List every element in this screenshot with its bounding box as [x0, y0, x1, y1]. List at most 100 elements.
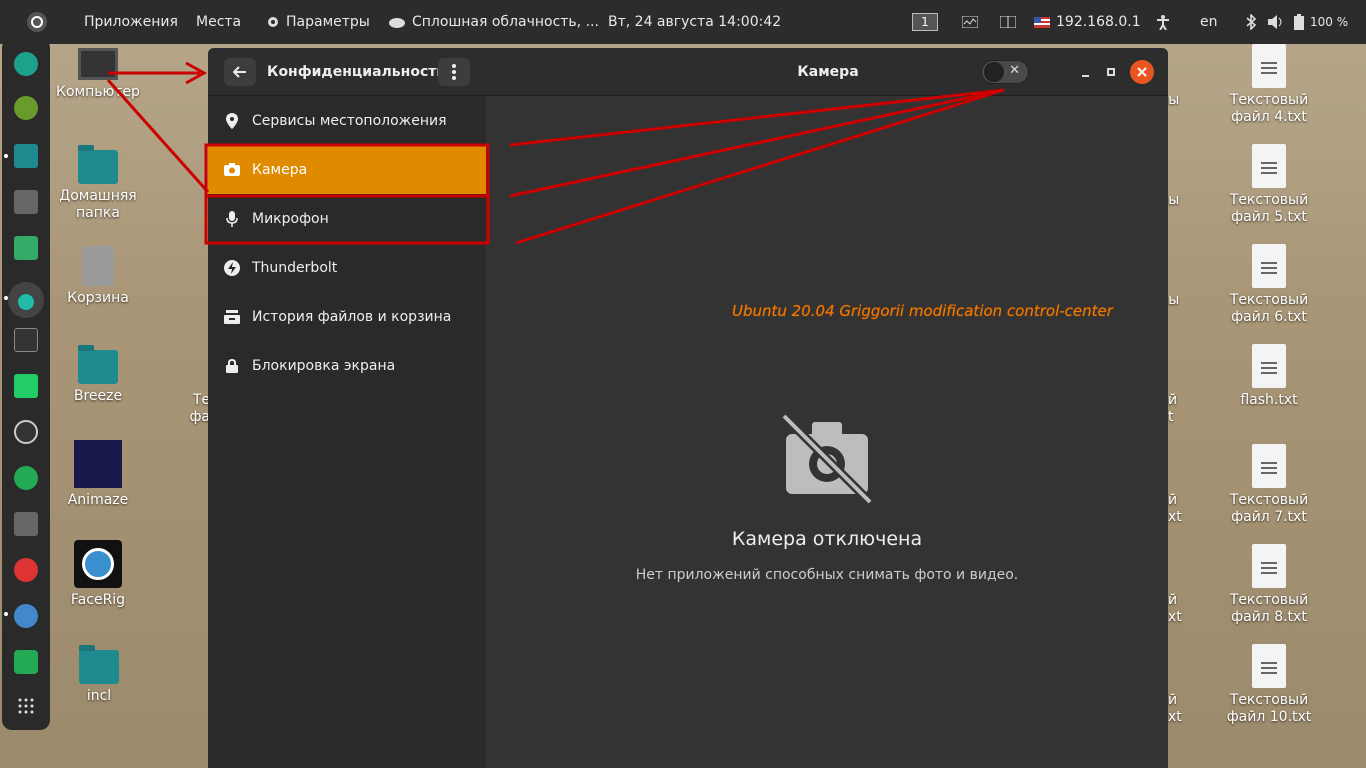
- settings-window: Конфиденциальность Камера ✕ Сервисы мест…: [208, 48, 1168, 768]
- wrench-icon: [18, 294, 34, 310]
- sidebar-item-label: Сервисы местоположения: [252, 112, 447, 129]
- desktop-text-file[interactable]: Текстовый файл 5.txt: [1219, 144, 1319, 226]
- toggle-off-icon: ✕: [1009, 63, 1020, 78]
- desktop-breeze[interactable]: Breeze: [48, 345, 148, 405]
- minimize-button[interactable]: [1076, 62, 1096, 82]
- desktop-label: t: [1168, 409, 1174, 425]
- app-launcher-icon[interactable]: [14, 52, 38, 76]
- accessibility-icon[interactable]: [1156, 0, 1176, 44]
- empty-state-subtitle: Нет приложений способных снимать фото и …: [635, 567, 1019, 583]
- desktop-label: xt: [1168, 709, 1182, 725]
- network-indicator[interactable]: 192.168.0.1: [1034, 0, 1141, 44]
- system-monitor-icon[interactable]: [962, 0, 984, 44]
- weather-indicator[interactable]: Сплошная облачность, ...: [388, 0, 599, 44]
- applications-menu[interactable]: Приложения: [84, 0, 178, 44]
- battery-indicator[interactable]: 100 %: [1294, 0, 1348, 44]
- running-indicator: [4, 296, 8, 300]
- text-file-icon: [1252, 144, 1286, 188]
- thunderbolt-icon: [224, 259, 240, 276]
- desktop-partial-item[interactable]: й xt: [1168, 692, 1198, 726]
- volume-icon[interactable]: [1268, 0, 1290, 44]
- desktop-text-file[interactable]: Текстовый файл 4.txt: [1219, 44, 1319, 126]
- empty-state-title: Камера отключена: [731, 528, 923, 550]
- sidebar-item-file-history[interactable]: История файлов и корзина: [208, 292, 486, 341]
- files-icon[interactable]: [14, 144, 38, 168]
- weather-label: Сплошная облачность, ...: [412, 14, 599, 30]
- text-file-icon: [1252, 544, 1286, 588]
- arrow-left-icon: [233, 66, 246, 78]
- terminal-indicator-icon[interactable]: [1000, 0, 1022, 44]
- desktop-partial-item[interactable]: й xt: [1168, 492, 1198, 526]
- maximize-icon: [1107, 68, 1115, 76]
- keyboard-layout[interactable]: en: [1200, 0, 1218, 44]
- desktop-text-file[interactable]: Текстовый файл 10.txt: [1219, 644, 1319, 726]
- clock[interactable]: Вт, 24 августа 14:00:42: [608, 0, 781, 44]
- desktop-label: xt: [1168, 609, 1182, 625]
- monitor-icon: [78, 48, 118, 80]
- dock: [2, 38, 50, 730]
- desktop-label: Текстовый файл 5.txt: [1229, 192, 1309, 225]
- sidebar-item-screen-lock[interactable]: Блокировка экрана: [208, 341, 486, 390]
- settings-label: Параметры: [286, 14, 370, 30]
- desktop-home-folder[interactable]: Домашняя папка: [48, 145, 148, 222]
- workspace-indicator[interactable]: 1: [912, 0, 938, 44]
- games-icon[interactable]: [14, 466, 38, 490]
- desktop-text-file[interactable]: Текстовый файл 7.txt: [1219, 444, 1319, 526]
- image-viewer-icon[interactable]: [14, 374, 38, 398]
- desktop-text-file[interactable]: Текстовый файл 6.txt: [1219, 244, 1319, 326]
- desktop-animaze[interactable]: Animaze: [48, 440, 148, 509]
- desktop-label: Корзина: [67, 290, 129, 306]
- obs-icon[interactable]: [14, 420, 38, 444]
- desktop-partial-item[interactable]: Те фа: [150, 392, 210, 426]
- sidebar-item-thunderbolt[interactable]: Thunderbolt: [208, 243, 486, 292]
- desktop-label: Animaze: [67, 492, 129, 508]
- sidebar-item-label: Блокировка экрана: [252, 357, 396, 374]
- desktop-incl[interactable]: incl: [49, 645, 149, 705]
- sidebar-item-camera[interactable]: Камера: [208, 145, 486, 194]
- settings-menu[interactable]: Параметры: [266, 0, 370, 44]
- desktop-trash[interactable]: Корзина: [48, 246, 148, 307]
- page-title: Камера: [797, 64, 859, 80]
- desktop-label: Текстовый файл 8.txt: [1229, 592, 1309, 625]
- foodfix-icon[interactable]: [14, 96, 38, 120]
- workspace-number: 1: [912, 13, 938, 31]
- bluetooth-icon[interactable]: [1246, 0, 1262, 44]
- menu-button[interactable]: [438, 58, 470, 86]
- desktop-label: Те: [192, 392, 210, 408]
- system-monitor-dock-icon[interactable]: [14, 236, 38, 260]
- desktop-label: flash.txt: [1240, 392, 1298, 408]
- file-history-icon: [224, 309, 240, 325]
- video-call-icon[interactable]: [14, 650, 38, 674]
- camera-toggle[interactable]: ✕: [981, 60, 1029, 84]
- desktop-partial-item[interactable]: йt: [1168, 392, 1198, 426]
- desktop-text-file[interactable]: Текстовый файл 8.txt: [1219, 544, 1319, 626]
- terminal-icon[interactable]: [14, 328, 38, 352]
- back-button[interactable]: [224, 58, 256, 86]
- archive-icon[interactable]: [14, 190, 38, 214]
- chrome-icon[interactable]: [14, 604, 38, 628]
- text-file-icon: [1252, 344, 1286, 388]
- desktop-facerig[interactable]: FaceRig: [48, 540, 148, 609]
- desktop-partial-item[interactable]: й xt: [1168, 592, 1198, 626]
- animaze-icon: [74, 440, 122, 488]
- desktop-label: фа: [189, 409, 210, 425]
- header-bar: Конфиденциальность Камера ✕: [208, 48, 1168, 96]
- disk-settings-icon[interactable]: [14, 512, 38, 536]
- maximize-button[interactable]: [1101, 62, 1121, 82]
- running-indicator: [4, 154, 8, 158]
- microphone-icon: [224, 210, 240, 227]
- home-folder-icon: [78, 145, 118, 184]
- show-apps-icon[interactable]: [18, 698, 34, 714]
- desktop-text-file[interactable]: flash.txt: [1219, 344, 1319, 409]
- desktop-computer[interactable]: Компьютер: [48, 48, 148, 101]
- close-button[interactable]: [1130, 60, 1154, 84]
- places-menu[interactable]: Места: [196, 0, 241, 44]
- folder-icon: [79, 645, 119, 684]
- sidebar-item-label: Камера: [252, 161, 308, 178]
- search-app-icon[interactable]: [14, 558, 38, 582]
- sidebar-item-microphone[interactable]: Микрофон: [208, 194, 486, 243]
- trash-icon: [82, 246, 114, 286]
- ip-address: 192.168.0.1: [1056, 14, 1141, 30]
- sidebar-item-location[interactable]: Сервисы местоположения: [208, 96, 486, 145]
- privacy-sidebar: Сервисы местоположения Камера Микрофон T…: [208, 96, 486, 768]
